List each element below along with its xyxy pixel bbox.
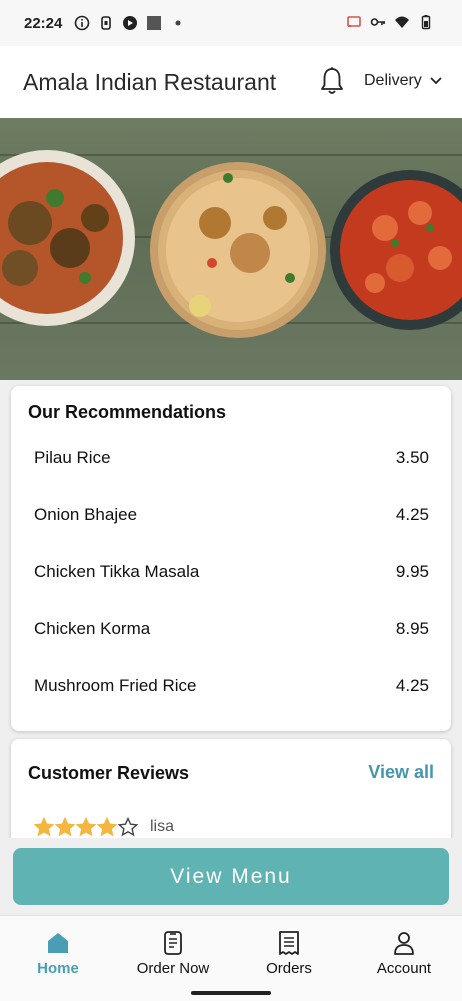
menu-item-name: Chicken Korma: [34, 619, 151, 638]
nav-home-label: Home: [37, 960, 79, 977]
star-filled-icon: [97, 817, 117, 837]
cast-icon: [347, 16, 361, 27]
menu-item[interactable]: Chicken Korma 8.95: [34, 614, 429, 644]
recommendations-title: Our Recommendations: [28, 402, 227, 422]
nav-home[interactable]: Home: [3, 930, 113, 977]
home-icon: [48, 933, 68, 953]
nav-order-now[interactable]: Order Now: [118, 930, 228, 977]
menu-item-price: 4.25: [395, 505, 429, 524]
view-menu-button[interactable]: View Menu: [13, 848, 449, 905]
menu-item[interactable]: Onion Bhajee 4.25: [34, 500, 429, 530]
square-icon: [147, 16, 162, 30]
bottom-navigation: Home Order Now Orders Account: [0, 915, 462, 1001]
user-icon: [394, 932, 414, 955]
info-circle-icon: [75, 15, 90, 31]
battery-icon: [421, 15, 431, 30]
order-type-selector[interactable]: Delivery: [364, 72, 442, 90]
food-banner-image: [0, 118, 462, 380]
menu-item-name: Mushroom Fried Rice: [34, 676, 197, 695]
phone-menu-icon: [164, 931, 182, 955]
home-indicator: [191, 991, 271, 995]
chevron-down-icon: [430, 77, 442, 85]
menu-item[interactable]: Mushroom Fried Rice 4.25: [34, 671, 429, 701]
view-all-reviews-link[interactable]: View all: [368, 762, 434, 783]
star-filled-icon: [76, 817, 96, 837]
star-filled-icon: [34, 817, 54, 837]
nav-orders-label: Orders: [266, 960, 312, 977]
nav-orders[interactable]: Orders: [234, 930, 344, 977]
star-filled-icon: [55, 817, 75, 837]
reviewer-name: lisa: [150, 818, 175, 835]
review-item[interactable]: lisa: [34, 817, 174, 837]
reviews-title: Customer Reviews: [28, 763, 190, 783]
nav-account-label: Account: [376, 960, 432, 977]
app-header: Amala Indian Restaurant Delivery: [0, 46, 462, 118]
recommendations-card: Our Recommendations Pilau Rice 3.50 Onio…: [11, 386, 451, 731]
key-icon: [370, 18, 385, 26]
menu-item[interactable]: Chicken Tikka Masala 9.95: [34, 557, 429, 587]
nav-account[interactable]: Account: [349, 930, 459, 977]
bell-icon[interactable]: [319, 66, 345, 96]
menu-item-name: Chicken Tikka Masala: [34, 562, 200, 581]
menu-item-name: Pilau Rice: [34, 448, 111, 467]
receipt-icon: [279, 931, 299, 955]
menu-item-price: 8.95: [395, 619, 429, 638]
status-bar: 22:24: [0, 0, 462, 46]
menu-item-price: 3.50: [395, 448, 429, 467]
app-icon: [123, 16, 138, 30]
status-time: 22:24: [24, 14, 63, 32]
menu-item-name: Onion Bhajee: [34, 505, 138, 524]
menu-item-price: 4.25: [395, 676, 429, 695]
sim-icon: [101, 16, 112, 30]
restaurant-title: Amala Indian Restaurant: [23, 68, 277, 95]
nav-order-now-label: Order Now: [136, 960, 210, 977]
dot-icon: [175, 20, 181, 26]
star-empty-icon: [118, 817, 138, 837]
wifi-icon: [395, 16, 409, 28]
menu-item-price: 9.95: [395, 562, 429, 581]
order-type-label: Delivery: [364, 72, 422, 89]
star-rating: [34, 817, 138, 837]
menu-item[interactable]: Pilau Rice 3.50: [34, 443, 429, 473]
